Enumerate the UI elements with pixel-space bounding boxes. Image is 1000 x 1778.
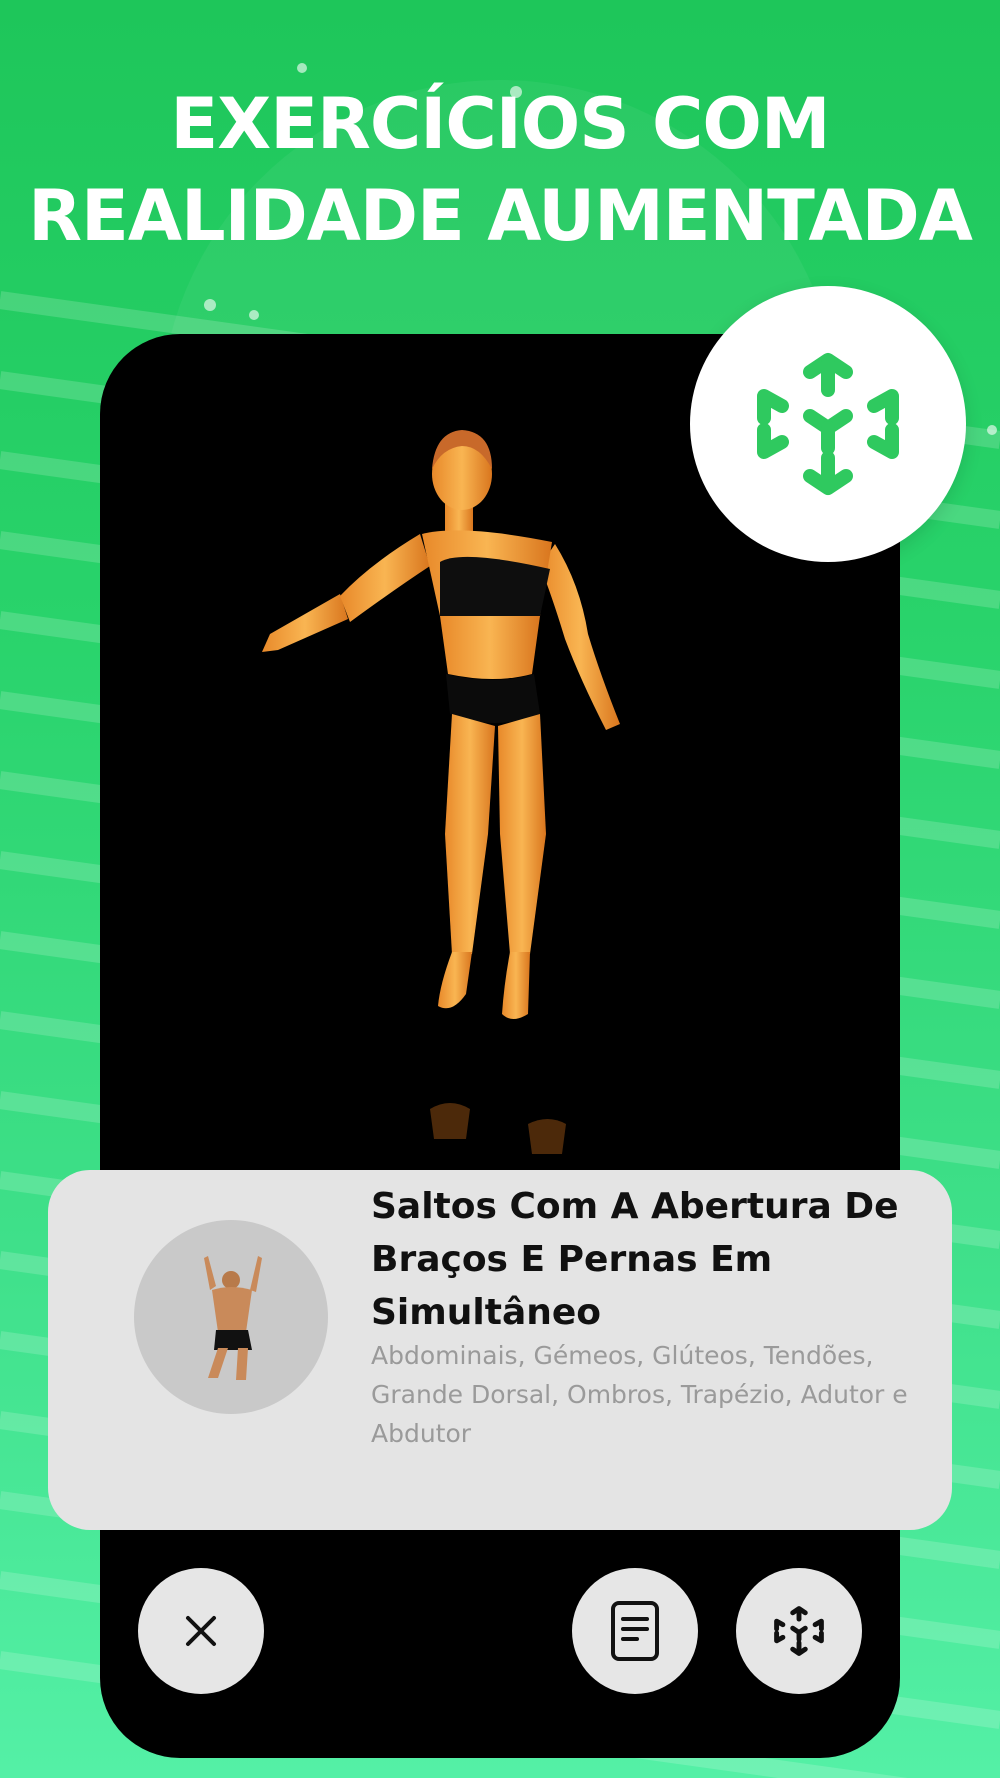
exercise-muscles: Abdominais, Gémeos, Glúteos, Tendões, Gr…: [371, 1341, 908, 1448]
ar-badge: [690, 286, 966, 562]
ar-view-button[interactable]: [736, 1568, 862, 1694]
exercise-info-card[interactable]: Saltos Com A Abertura De Braços E Pernas…: [48, 1170, 952, 1530]
ar-cube-icon: [757, 353, 899, 495]
headline: EXERCÍCIOS COM REALIDADE AUMENTADA: [0, 78, 1000, 262]
ar-cube-icon: [774, 1606, 824, 1656]
exercise-thumbnail: [134, 1220, 328, 1414]
exercise-title: Saltos Com A Abertura De Braços E Pernas…: [371, 1186, 899, 1333]
document-icon: [611, 1601, 659, 1661]
close-button[interactable]: [138, 1568, 264, 1694]
headline-line-2: REALIDADE AUMENTADA: [28, 175, 973, 257]
instructions-button[interactable]: [572, 1568, 698, 1694]
close-icon: [186, 1616, 216, 1646]
headline-line-1: EXERCÍCIOS COM: [170, 83, 830, 165]
